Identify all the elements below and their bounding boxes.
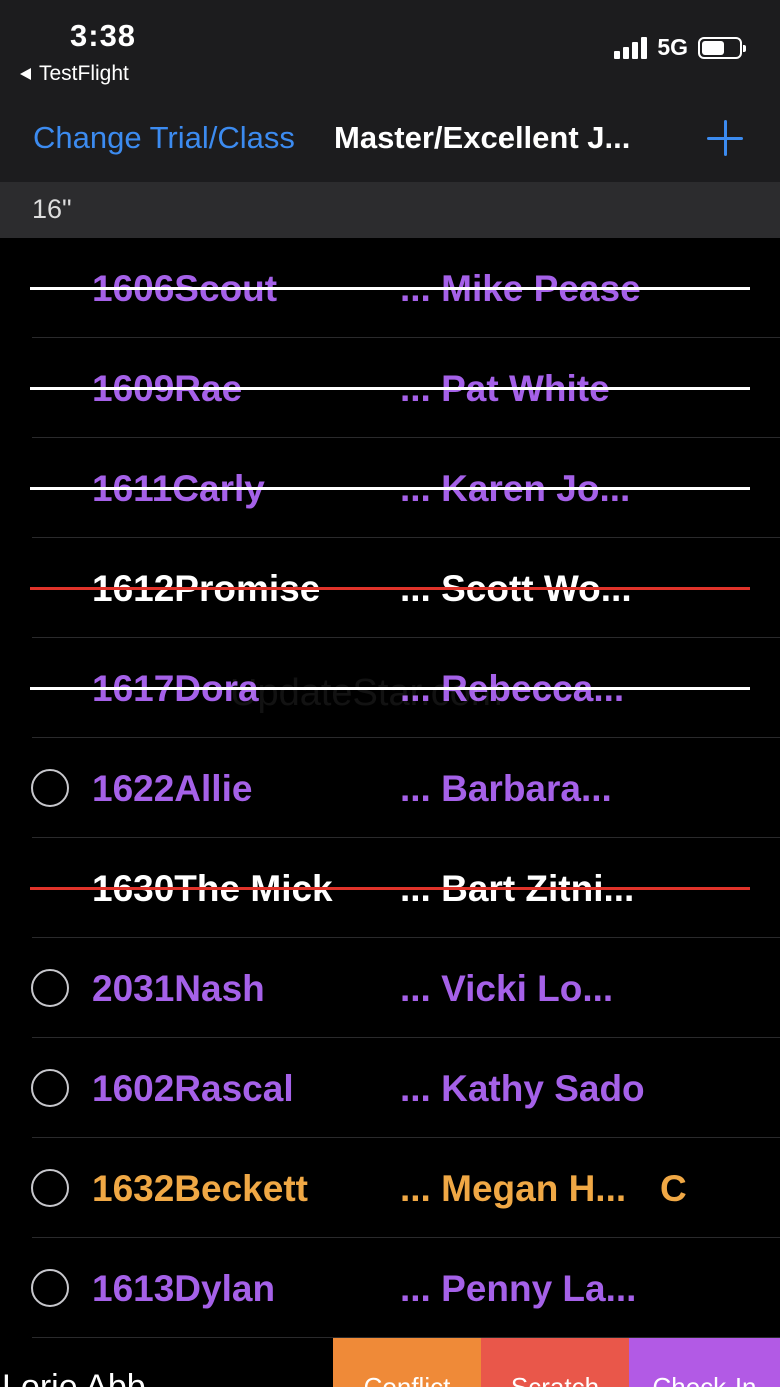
strikethrough-line <box>30 287 750 290</box>
strikethrough-line <box>30 887 750 890</box>
select-circle-icon[interactable] <box>31 1269 69 1307</box>
list-item[interactable]: 1609Rae... Pat White <box>0 338 780 438</box>
conflict-button[interactable]: Conflict <box>333 1338 481 1387</box>
back-app-label: TestFlight <box>39 62 129 85</box>
strikethrough-line <box>30 487 750 490</box>
select-circle-icon[interactable] <box>31 1069 69 1107</box>
select-circle-icon[interactable] <box>31 969 69 1007</box>
back-triangle-icon <box>20 68 31 80</box>
swiped-row[interactable]: Lorie Abb Conflict Scratch Check-In <box>0 1338 780 1387</box>
list-item[interactable]: 1612Promise... Scott Wo... <box>0 538 780 638</box>
list-item[interactable]: 1622Allie ... Barbara... <box>0 738 780 838</box>
scratch-button[interactable]: Scratch <box>481 1338 629 1387</box>
dog-name: 2031Nash <box>92 968 265 1009</box>
select-circle-icon[interactable] <box>31 769 69 807</box>
section-label: 16" <box>32 194 72 224</box>
list-item[interactable]: 1611Carly... Karen Jo... <box>0 438 780 538</box>
status-time: 3:38 <box>70 18 137 53</box>
dog-name: 1602Rascal <box>92 1068 294 1109</box>
partial-entry-name: Lorie Abb <box>2 1368 146 1387</box>
list-item[interactable]: 1602Rascal ... Kathy Sado <box>0 1038 780 1138</box>
list-item[interactable]: 1630The Mick... Bart Zitni... <box>0 838 780 938</box>
change-trial-class-button[interactable]: Change Trial/Class <box>33 120 295 156</box>
network-type: 5G <box>657 34 688 60</box>
list-item[interactable]: 1617Dora... Rebecca... <box>0 638 780 738</box>
status-badge: C <box>660 1168 687 1209</box>
strikethrough-line <box>30 387 750 390</box>
list-item[interactable]: 1606Scout... Mike Pease <box>0 238 780 338</box>
battery-icon <box>698 36 746 59</box>
navigation-bar: Change Trial/Class Master/Excellent J... <box>0 100 780 182</box>
dog-name: 1613Dylan <box>92 1268 276 1309</box>
list-item[interactable]: 2031Nash ... Vicki Lo... <box>0 938 780 1038</box>
select-circle-icon[interactable] <box>31 1169 69 1207</box>
strikethrough-line <box>30 587 750 590</box>
handler-name: ... Megan H... <box>400 1168 627 1209</box>
handler-name: ... Kathy Sado <box>400 1068 645 1109</box>
strikethrough-line <box>30 687 750 690</box>
status-indicators: 5G <box>614 34 746 61</box>
section-header-height: 16" <box>0 182 780 238</box>
handler-name: ... Vicki Lo... <box>400 968 614 1009</box>
list-item[interactable]: 1632Beckett ... Megan H... C <box>0 1138 780 1238</box>
entry-list: 1606Scout... Mike Pease 1609Rae... Pat Wh… <box>0 238 780 1338</box>
cellular-signal-icon <box>614 36 648 59</box>
battery-level <box>702 40 724 55</box>
back-to-app-link[interactable]: TestFlight <box>20 62 129 86</box>
plus-icon[interactable] <box>706 118 746 158</box>
dog-name: 1622Allie <box>92 768 253 809</box>
handler-name: ... Penny La... <box>400 1268 637 1309</box>
check-in-button[interactable]: Check-In <box>629 1338 780 1387</box>
list-item[interactable]: 1613Dylan ... Penny La... <box>0 1238 780 1338</box>
dog-name: 1632Beckett <box>92 1168 308 1209</box>
page-title: Master/Excellent J... <box>334 120 631 155</box>
status-bar: 3:38 TestFlight 5G <box>0 0 780 100</box>
handler-name: ... Barbara... <box>400 768 612 809</box>
